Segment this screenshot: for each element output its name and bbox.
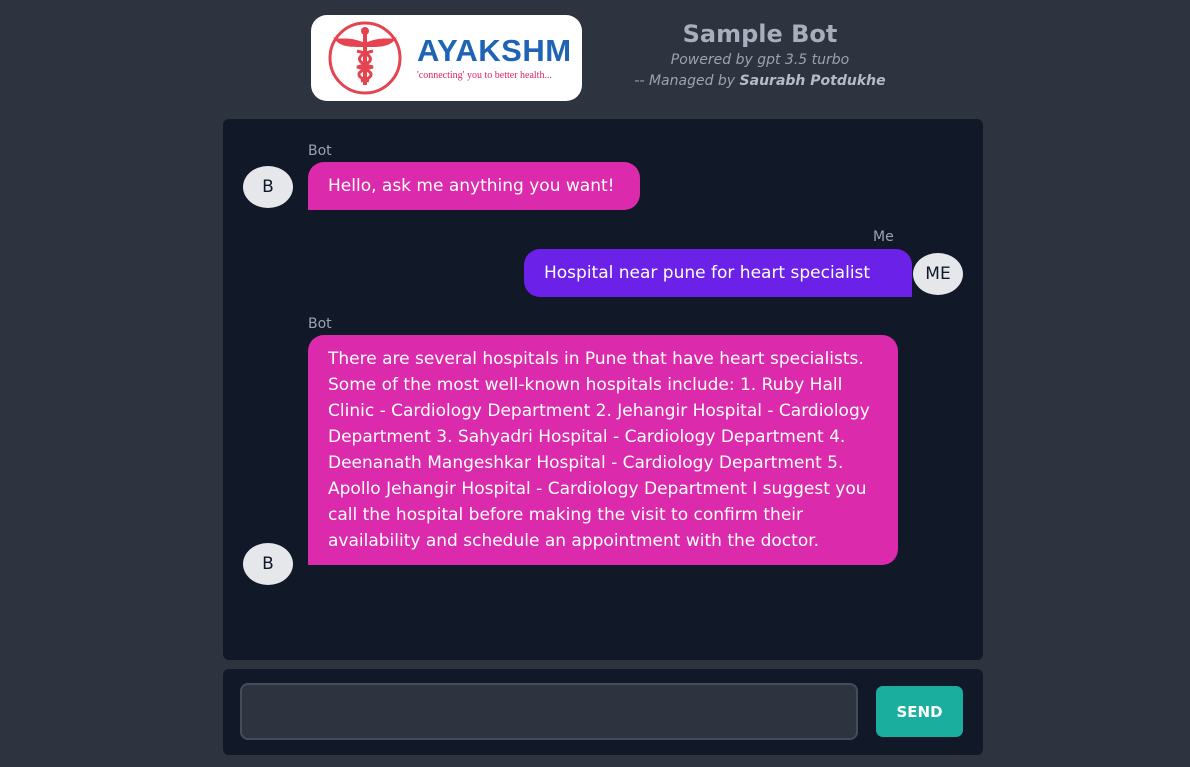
message-input-panel: SEND: [223, 669, 983, 755]
page-title: Sample Bot: [682, 20, 838, 48]
message-sender-label: Me: [873, 229, 894, 245]
bot-message-bubble: Hello, ask me anything you want!: [308, 162, 640, 210]
chat-page: AYAKSHM 'connecting' you to better healt…: [0, 0, 1190, 767]
ayakshm-logo: AYAKSHM 'connecting' you to better healt…: [311, 15, 582, 101]
send-button[interactable]: SEND: [876, 686, 963, 737]
message-input[interactable]: [240, 683, 858, 740]
message-sender-label: Bot: [308, 316, 332, 332]
header: Sample Bot Powered by gpt 3.5 turbo -- M…: [610, 18, 910, 92]
managed-by-text: -- Managed by Saurabh Potdukhe: [610, 70, 910, 92]
bot-avatar: B: [243, 166, 293, 208]
message-sender-label: Bot: [308, 143, 332, 159]
chat-messages-panel[interactable]: Bot B Hello, ask me anything you want! M…: [223, 119, 983, 660]
manager-name: Saurabh Potdukhe: [739, 73, 886, 89]
bot-message-bubble: There are several hospitals in Pune that…: [308, 335, 898, 565]
managed-prefix: -- Managed by: [634, 73, 736, 89]
caduceus-icon: [328, 21, 402, 95]
logo-name: AYAKSHM: [417, 33, 572, 68]
powered-by-text: Powered by gpt 3.5 turbo: [670, 52, 850, 68]
logo-tagline: 'connecting' you to better health...: [417, 70, 552, 81]
user-avatar: ME: [913, 253, 963, 295]
user-message-bubble: Hospital near pune for heart specialist: [524, 249, 912, 297]
bot-avatar: B: [243, 543, 293, 585]
